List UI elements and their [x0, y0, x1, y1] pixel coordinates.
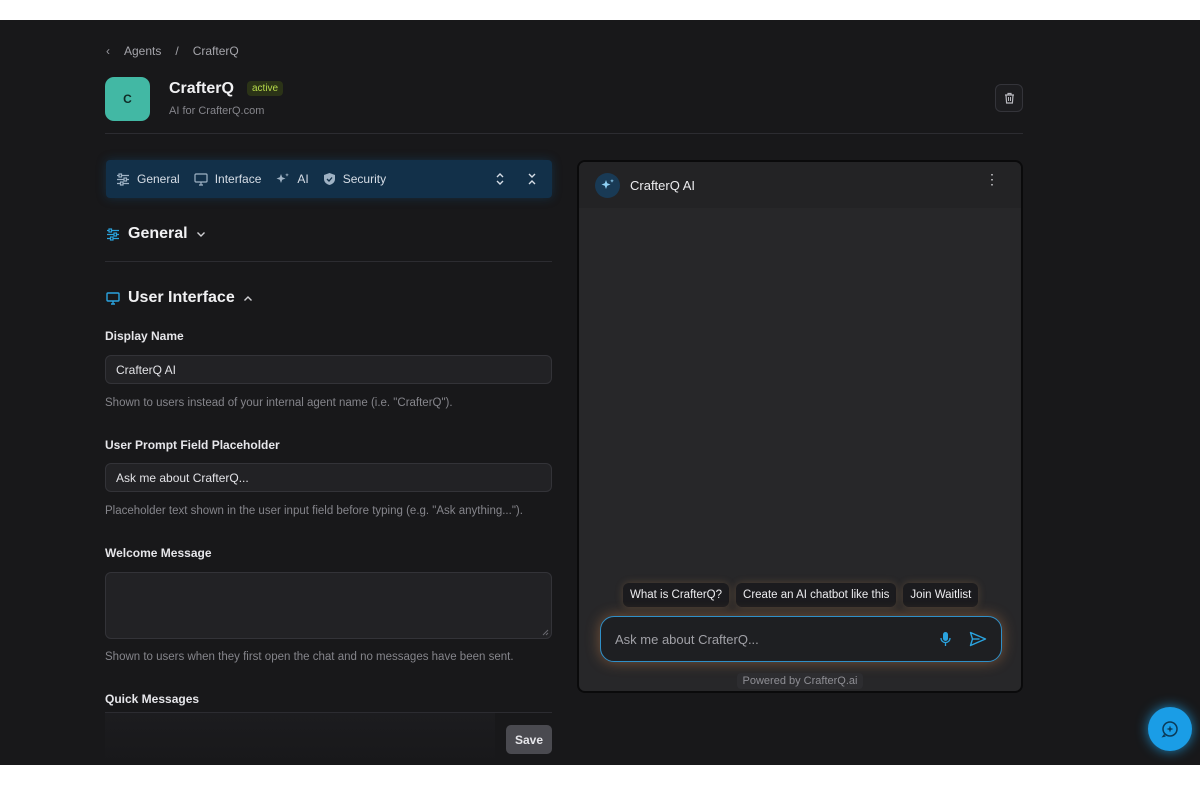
- powered-by: Powered by CrafterQ.ai: [579, 671, 1021, 689]
- section-tab-bar: General Interface AI Security: [106, 160, 552, 198]
- chevron-up-icon: [243, 295, 252, 301]
- breadcrumb-agents-link[interactable]: Agents: [124, 44, 161, 58]
- section-general-header[interactable]: General: [106, 225, 206, 243]
- tab-ai-label: AI: [297, 172, 309, 186]
- send-icon[interactable]: [969, 631, 987, 647]
- chat-preview-header: CrafterQ AI ⋮: [579, 162, 1021, 208]
- trash-icon: [1004, 92, 1014, 104]
- chevron-left-icon[interactable]: ‹: [106, 44, 110, 58]
- sparkles-icon: [276, 173, 290, 183]
- powered-by-label[interactable]: Powered by CrafterQ.ai: [736, 673, 864, 689]
- prompt-placeholder-label: User Prompt Field Placeholder: [105, 438, 280, 452]
- quick-message-chip[interactable]: Create an AI chatbot like this: [736, 583, 897, 607]
- collapse-all-button[interactable]: [524, 171, 540, 187]
- tab-interface[interactable]: Interface: [194, 172, 262, 186]
- app-frame: ‹ Agents / CrafterQ C CrafterQ active AI…: [0, 20, 1200, 765]
- monitor-icon: [106, 291, 120, 305]
- tab-general[interactable]: General: [116, 172, 180, 186]
- shield-icon: [323, 173, 335, 185]
- sliders-icon: [107, 227, 119, 241]
- assistant-avatar: [595, 172, 620, 198]
- chat-preview-title: CrafterQ AI: [630, 177, 696, 193]
- header-divider: [105, 133, 1023, 134]
- prompt-placeholder-value: Ask me about CrafterQ...: [116, 470, 249, 485]
- more-options-icon[interactable]: ⋮: [985, 172, 999, 186]
- welcome-message-label: Welcome Message: [105, 546, 212, 560]
- chat-input-container: [600, 616, 1002, 662]
- section-user-interface-title: User Interface: [128, 289, 235, 306]
- welcome-message-textarea[interactable]: [105, 572, 552, 639]
- section-general-title: General: [128, 225, 188, 242]
- agent-avatar: C: [105, 77, 150, 121]
- display-name-field[interactable]: CrafterQ AI: [105, 355, 552, 384]
- save-button[interactable]: Save: [506, 725, 552, 754]
- breadcrumb-current: CrafterQ: [192, 44, 239, 58]
- quick-messages-area: [105, 713, 495, 765]
- tab-interface-label: Interface: [214, 172, 262, 186]
- sparkles-icon: [601, 179, 614, 189]
- display-name-label: Display Name: [105, 329, 184, 343]
- quick-message-chips: What is CrafterQ? Create an AI chatbot l…: [623, 583, 979, 607]
- expand-all-button[interactable]: [492, 171, 508, 187]
- chat-launcher-button[interactable]: [1148, 707, 1192, 751]
- agent-subtitle: AI for CrafterQ.com: [169, 105, 265, 117]
- chat-input[interactable]: [615, 631, 915, 647]
- chevrons-down-up-icon: [528, 173, 536, 185]
- tab-ai[interactable]: AI: [275, 172, 309, 186]
- monitor-icon: [194, 172, 208, 186]
- display-name-help: Shown to users instead of your internal …: [105, 397, 453, 409]
- breadcrumb-separator: /: [175, 44, 179, 58]
- tab-security-label: Security: [342, 172, 387, 186]
- quick-message-chip[interactable]: What is CrafterQ?: [623, 583, 730, 607]
- prompt-placeholder-help: Placeholder text shown in the user input…: [105, 505, 523, 517]
- display-name-value: CrafterQ AI: [116, 362, 177, 377]
- sliders-icon: [117, 172, 129, 186]
- tab-general-label: General: [137, 172, 180, 186]
- section-divider: [105, 261, 552, 262]
- delete-button[interactable]: [995, 84, 1023, 112]
- prompt-placeholder-field[interactable]: Ask me about CrafterQ...: [105, 463, 552, 492]
- breadcrumb: ‹ Agents / CrafterQ: [106, 44, 239, 58]
- quick-message-chip[interactable]: Join Waitlist: [903, 583, 979, 607]
- quick-messages-label: Quick Messages: [105, 692, 200, 706]
- chevron-down-icon: [196, 231, 205, 237]
- microphone-icon[interactable]: [940, 631, 951, 647]
- chat-sparkle-icon: [1161, 721, 1178, 738]
- status-badge: active: [247, 81, 284, 96]
- chat-preview: CrafterQ AI ⋮ What is CrafterQ? Create a…: [577, 160, 1023, 693]
- welcome-message-help: Shown to users when they first open the …: [105, 651, 514, 663]
- section-user-interface-header[interactable]: User Interface: [106, 289, 253, 307]
- tab-security[interactable]: Security: [323, 172, 386, 186]
- agent-name: CrafterQ: [169, 80, 234, 97]
- resize-handle-icon[interactable]: [542, 629, 549, 636]
- chevrons-up-down-icon: [496, 173, 504, 185]
